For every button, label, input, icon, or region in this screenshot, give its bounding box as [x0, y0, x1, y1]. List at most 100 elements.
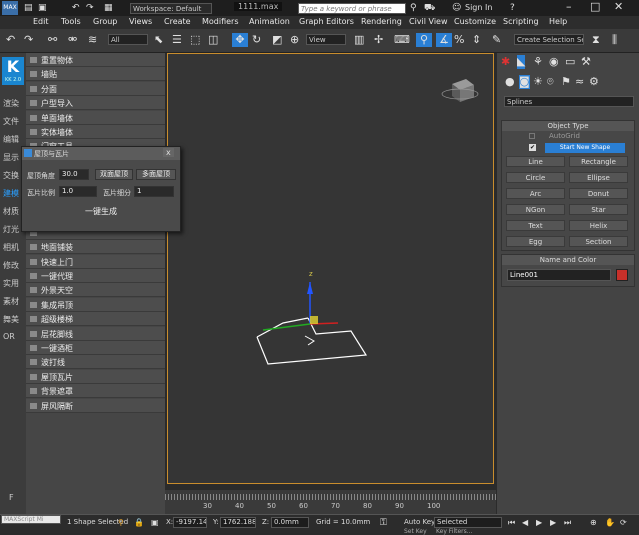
key-mode-dropdown[interactable]: Selected: [434, 517, 502, 528]
undo-icon[interactable]: ↶: [72, 1, 80, 15]
menu-animation[interactable]: Animation: [249, 17, 290, 26]
close-icon[interactable]: ✕: [614, 0, 623, 14]
plugin-list-item[interactable]: 墙贴: [26, 67, 165, 82]
object-name-input[interactable]: Line001: [507, 269, 611, 281]
play-icon[interactable]: ▶: [536, 516, 542, 530]
spacewarps-icon[interactable]: ≈: [575, 75, 584, 89]
y-coordinate-field[interactable]: 1762.188: [220, 517, 256, 528]
menu-tools[interactable]: Tools: [61, 17, 81, 26]
section-button[interactable]: Section: [569, 236, 628, 247]
select-manipulate-icon[interactable]: ✢: [374, 33, 383, 47]
select-by-name-icon[interactable]: ☰: [172, 33, 182, 47]
zoom-icon[interactable]: ⊕: [590, 516, 597, 530]
menu-civil-view[interactable]: Civil View: [409, 17, 448, 26]
lights-icon[interactable]: ☀: [533, 75, 543, 89]
z-coordinate-field[interactable]: 0.0mm: [271, 517, 309, 528]
circle-button[interactable]: Circle: [506, 172, 565, 183]
egg-button[interactable]: Egg: [506, 236, 565, 247]
roof-angle-input[interactable]: 30.0: [59, 169, 89, 180]
absolute-mode-icon[interactable]: ▣: [151, 516, 159, 530]
save-icon[interactable]: ▣: [38, 1, 47, 15]
tile-subdiv-input[interactable]: 1: [134, 186, 174, 197]
plugin-list-item[interactable]: 集成吊顶: [26, 297, 165, 312]
plugin-list-item[interactable]: 实体墙体: [26, 125, 165, 139]
bind-space-warp-icon[interactable]: ≋: [88, 33, 97, 47]
ngon-button[interactable]: NGon: [506, 204, 565, 215]
spline-shape[interactable]: [256, 317, 368, 365]
tab-display[interactable]: 显示: [3, 152, 19, 163]
selection-filter-dropdown[interactable]: All: [108, 34, 148, 45]
sign-in-link[interactable]: Sign In: [465, 3, 492, 12]
object-color-swatch[interactable]: [616, 269, 628, 281]
plugin-list-item[interactable]: 屏风隔断: [26, 398, 165, 413]
set-key-label[interactable]: Set Key: [404, 528, 427, 535]
mirror-icon[interactable]: ⧗: [592, 33, 600, 47]
arc-button[interactable]: Arc: [506, 188, 565, 199]
start-new-shape-button[interactable]: Start New Shape: [545, 143, 625, 153]
utilities-tab-icon[interactable]: ⚒: [581, 55, 591, 69]
tab-modeling[interactable]: 建模: [3, 188, 19, 199]
redo-icon[interactable]: ↷: [24, 33, 33, 47]
menu-group[interactable]: Group: [93, 17, 117, 26]
tab-material[interactable]: 材质: [3, 206, 19, 217]
tab-utility[interactable]: 实用: [3, 278, 19, 289]
menu-rendering[interactable]: Rendering: [361, 17, 402, 26]
link-icon[interactable]: ⚯: [48, 33, 57, 47]
align-icon[interactable]: ⫼: [612, 33, 617, 47]
app-logo-icon[interactable]: MAX: [2, 1, 18, 15]
tab-file[interactable]: 文件: [3, 116, 19, 127]
plugin-list-item[interactable]: 屋顶瓦片: [26, 369, 165, 384]
menu-views[interactable]: Views: [129, 17, 152, 26]
menu-graph-editors[interactable]: Graph Editors: [299, 17, 354, 26]
select-object-icon[interactable]: ⬉: [154, 33, 163, 47]
tab-assets[interactable]: 素材: [3, 296, 19, 307]
plugin-list-item[interactable]: 层花脚线: [26, 326, 165, 341]
star-button[interactable]: Star: [569, 204, 628, 215]
plugin-list-item[interactable]: 背景遮罩: [26, 384, 165, 399]
help-icon[interactable]: ?: [510, 1, 515, 15]
cameras-icon[interactable]: ⌾: [547, 75, 554, 89]
rotate-icon[interactable]: ↻: [252, 33, 261, 47]
window-crossing-icon[interactable]: ◫: [208, 33, 218, 47]
plugin-list-item[interactable]: 超级楼梯: [26, 312, 165, 327]
geometry-icon[interactable]: ●: [505, 75, 515, 89]
lock-selection-icon[interactable]: 🔒: [134, 516, 144, 530]
text-button[interactable]: Text: [506, 220, 565, 231]
name-color-header[interactable]: Name and Color: [502, 255, 634, 265]
move-icon[interactable]: ✥: [232, 33, 248, 47]
pan-icon[interactable]: ✋: [605, 516, 615, 530]
spinner-snap-icon[interactable]: ⇕: [472, 33, 481, 47]
tab-exchange[interactable]: 交换: [3, 170, 19, 181]
object-type-header[interactable]: Object Type: [502, 121, 634, 131]
plugin-list-item[interactable]: 分面: [26, 81, 165, 96]
menu-create[interactable]: Create: [164, 17, 191, 26]
place-icon[interactable]: ⊕: [290, 33, 299, 47]
plugin-list-item[interactable]: 快速上门: [26, 254, 165, 269]
transform-gizmo-icon[interactable]: [262, 282, 339, 331]
double-roof-button[interactable]: 双面屋顶: [95, 169, 133, 180]
go-to-start-icon[interactable]: ⏮: [508, 516, 515, 530]
plugin-list-item[interactable]: 一键酒柜: [26, 341, 165, 355]
rectangle-button[interactable]: Rectangle: [569, 156, 628, 167]
tab-render[interactable]: 渲染: [3, 98, 19, 109]
tab-f[interactable]: F: [9, 493, 14, 502]
perspective-viewport[interactable]: z: [167, 53, 494, 484]
maxscript-listener[interactable]: MAXScript Mi: [1, 515, 61, 524]
angle-snap-icon[interactable]: ∡: [436, 33, 452, 47]
autogrid-checkbox[interactable]: [529, 133, 535, 139]
pivot-icon[interactable]: ▥: [354, 33, 364, 47]
go-to-end-icon[interactable]: ⏭: [564, 516, 571, 530]
hierarchy-tab-icon[interactable]: ⚘: [533, 55, 543, 69]
plugin-list-item[interactable]: 重置物体: [26, 53, 165, 67]
menu-customize[interactable]: Customize: [454, 17, 496, 26]
display-tab-icon[interactable]: ▭: [565, 55, 575, 69]
shapes-icon[interactable]: ◙: [519, 75, 530, 89]
redo-icon[interactable]: ↷: [86, 1, 94, 15]
plugin-list-item[interactable]: 户型导入: [26, 96, 165, 111]
viewcube-icon[interactable]: [441, 79, 479, 102]
minimize-icon[interactable]: –: [566, 0, 572, 14]
percent-snap-icon[interactable]: %: [454, 33, 464, 47]
maximize-icon[interactable]: □: [590, 0, 600, 14]
tab-edit[interactable]: 编辑: [3, 134, 19, 145]
orbit-icon[interactable]: ⟳: [620, 516, 627, 530]
